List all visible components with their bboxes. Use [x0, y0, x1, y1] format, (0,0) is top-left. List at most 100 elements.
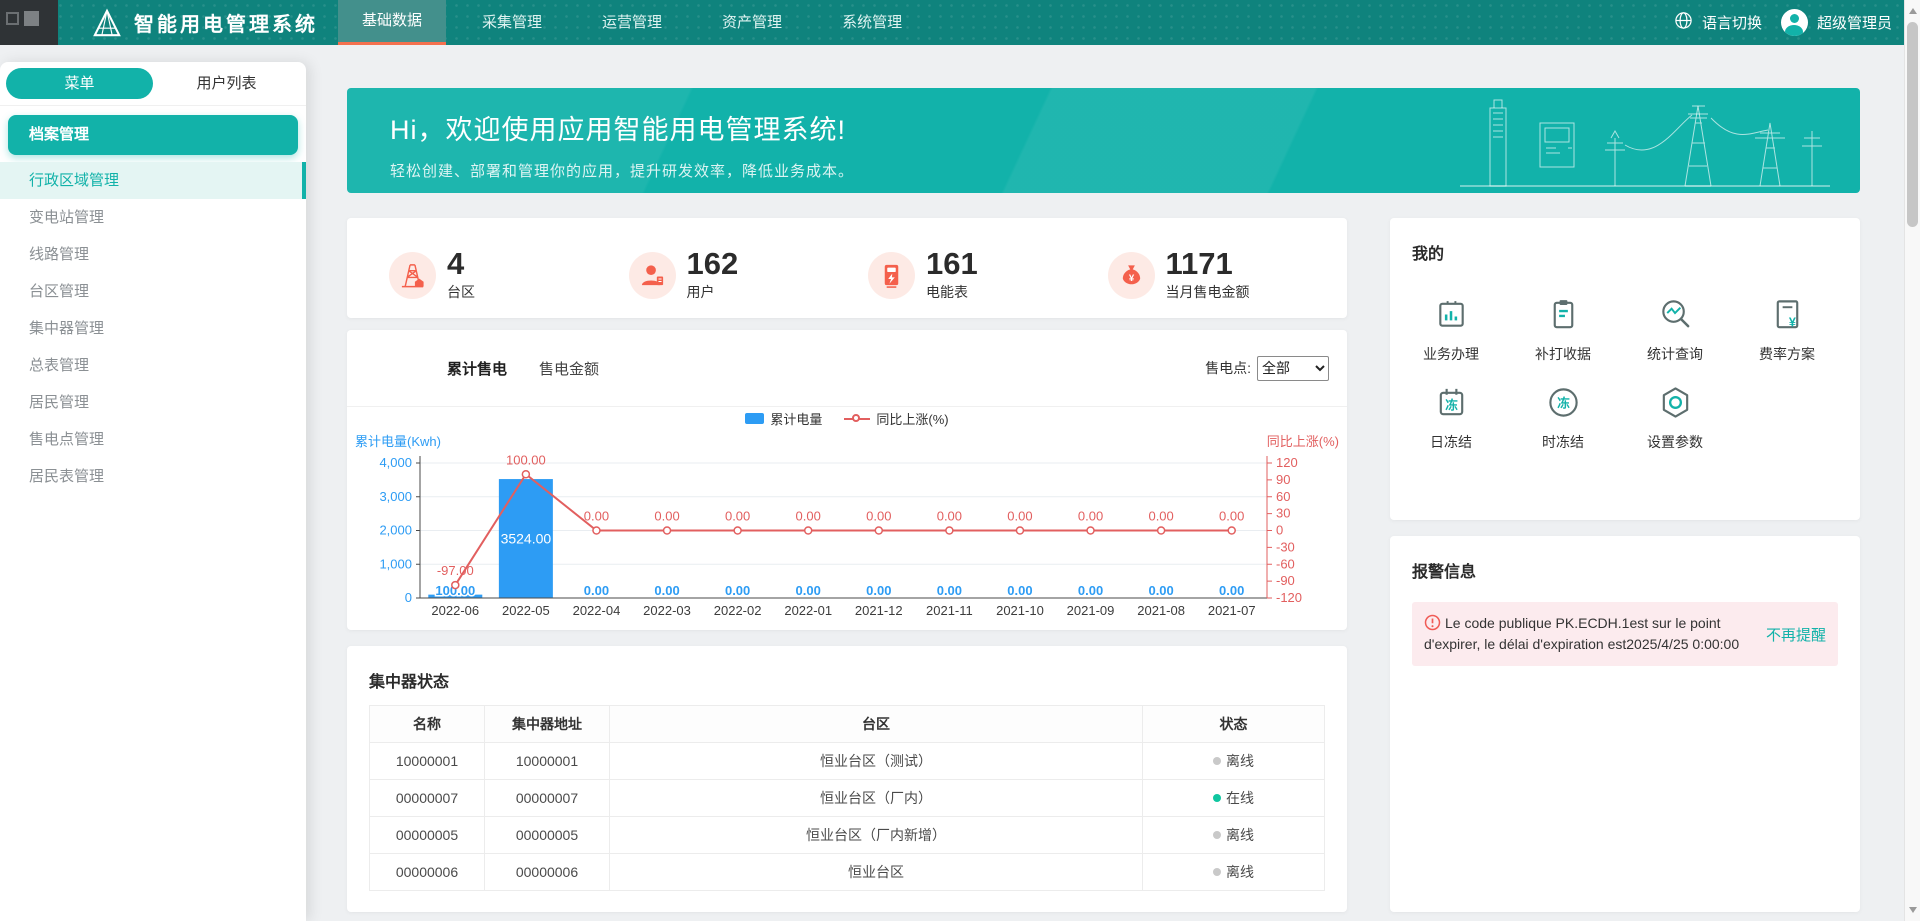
concentrator-table: 名称集中器地址台区状态 1000000110000001恒业台区（测试）离线00…	[369, 705, 1325, 891]
shortcut-补打收据[interactable]: 补打收据	[1507, 286, 1619, 374]
scroll-down-arrow-icon[interactable]	[1909, 907, 1917, 913]
svg-text:0: 0	[405, 590, 412, 605]
stat-电能表: 161电能表	[868, 249, 1108, 302]
svg-text:0.00: 0.00	[1148, 509, 1173, 524]
svg-text:0.00: 0.00	[1219, 509, 1244, 524]
cell-name: 10000001	[370, 743, 485, 780]
nav-tab-资产管理[interactable]: 资产管理	[698, 0, 806, 45]
svg-text:0.00: 0.00	[796, 509, 821, 524]
sidebar-tab-menu[interactable]: 菜单	[6, 68, 153, 99]
svg-text:2,000: 2,000	[379, 523, 412, 538]
svg-text:¥: ¥	[1788, 315, 1795, 329]
shortcut-日冻结[interactable]: 冻日冻结	[1395, 374, 1507, 462]
svg-text:2021-11: 2021-11	[926, 603, 973, 618]
chart-legend: 累计电量 同比上涨(%)	[347, 407, 1347, 430]
tower-icon	[389, 252, 436, 299]
main-nav: 基础数据采集管理运营管理资产管理系统管理	[332, 0, 932, 45]
svg-text:累计电量(Kwh): 累计电量(Kwh)	[355, 434, 441, 449]
svg-text:0.00: 0.00	[725, 509, 750, 524]
money-icon: ¥	[1108, 252, 1155, 299]
stat-台区: 4台区	[389, 249, 629, 302]
sidebar-section-archive[interactable]: 档案管理	[8, 115, 298, 155]
svg-text:2021-12: 2021-12	[855, 603, 903, 618]
globe-icon[interactable]	[1674, 11, 1693, 34]
svg-text:2022-01: 2022-01	[784, 603, 832, 618]
sidebar-tabs: 菜单 用户列表	[0, 62, 306, 106]
status-text: 离线	[1226, 827, 1254, 843]
tab-cumulative-sales[interactable]: 累计售电	[447, 358, 507, 379]
business-chart-icon	[1434, 297, 1469, 337]
shortcut-label: 费率方案	[1759, 344, 1815, 364]
sidebar-item-行政区域管理[interactable]: 行政区域管理	[0, 162, 306, 199]
status-dot-icon	[1213, 868, 1221, 876]
status-dot-icon	[1213, 831, 1221, 839]
nav-tab-运营管理[interactable]: 运营管理	[578, 0, 686, 45]
svg-text:0.00: 0.00	[937, 509, 962, 524]
sidebar-item-总表管理[interactable]: 总表管理	[0, 347, 306, 384]
shortcut-业务办理[interactable]: 业务办理	[1395, 286, 1507, 374]
shortcut-统计查询[interactable]: 统计查询	[1619, 286, 1731, 374]
svg-text:30: 30	[1276, 506, 1290, 521]
cell-station: 恒业台区（厂内新增）	[610, 817, 1143, 854]
svg-text:0.00: 0.00	[654, 509, 679, 524]
alert-circle-icon	[1424, 614, 1441, 631]
status-dot-icon	[1213, 794, 1221, 802]
cell-address: 00000007	[485, 780, 610, 817]
svg-text:2022-03: 2022-03	[643, 603, 691, 618]
sales-point-select[interactable]: 全部	[1257, 356, 1329, 381]
stat-label: 当月售电金额	[1166, 282, 1250, 302]
sidebar-item-变电站管理[interactable]: 变电站管理	[0, 199, 306, 236]
sidebar-item-集中器管理[interactable]: 集中器管理	[0, 310, 306, 347]
table-row: 0000000700000007恒业台区（厂内）在线	[370, 780, 1325, 817]
svg-text:3524.00: 3524.00	[501, 531, 552, 547]
current-user-name[interactable]: 超级管理员	[1817, 12, 1892, 33]
sales-chart: 01,0002,0003,0004,0001209060300-30-60-90…	[347, 430, 1347, 629]
table-header-row: 名称集中器地址台区状态	[370, 706, 1325, 743]
concentrator-title: 集中器状态	[347, 646, 1347, 692]
scrollbar-thumb[interactable]	[1907, 22, 1918, 227]
sidebar-item-售电点管理[interactable]: 售电点管理	[0, 421, 306, 458]
settings-icon	[1658, 385, 1693, 425]
column-header-集中器地址: 集中器地址	[485, 706, 610, 743]
cell-station: 恒业台区	[610, 854, 1143, 891]
sidebar-item-居民管理[interactable]: 居民管理	[0, 384, 306, 421]
stats-card: 4台区162用户161电能表¥1171当月售电金额	[347, 218, 1347, 318]
sidebar-tab-user-list[interactable]: 用户列表	[153, 68, 300, 99]
stat-value: 162	[687, 249, 739, 279]
sidebar-item-居民表管理[interactable]: 居民表管理	[0, 458, 306, 495]
svg-text:2021-10: 2021-10	[996, 603, 1044, 618]
nav-tab-基础数据[interactable]: 基础数据	[338, 0, 446, 45]
shortcut-label: 日冻结	[1430, 432, 1472, 452]
cell-station: 恒业台区（厂内）	[610, 780, 1143, 817]
hour-freeze-icon: 冻	[1546, 385, 1581, 425]
alarm-panel-title: 报警信息	[1390, 536, 1860, 582]
shortcut-设置参数[interactable]: 设置参数	[1619, 374, 1731, 462]
svg-text:0.00: 0.00	[1078, 509, 1103, 524]
cell-name: 00000005	[370, 817, 485, 854]
nav-tab-系统管理[interactable]: 系统管理	[818, 0, 926, 45]
scroll-up-arrow-icon[interactable]	[1909, 8, 1917, 14]
sidebar-item-台区管理[interactable]: 台区管理	[0, 273, 306, 310]
language-switch[interactable]: 语言切换	[1702, 12, 1762, 33]
shortcut-费率方案[interactable]: ¥ 费率方案	[1731, 286, 1843, 374]
svg-text:90: 90	[1276, 472, 1290, 487]
svg-text:-120: -120	[1276, 590, 1302, 605]
stat-label: 用户	[687, 282, 739, 302]
svg-text:0.00: 0.00	[1148, 583, 1173, 598]
browser-scrollbar[interactable]	[1904, 0, 1920, 921]
shortcut-时冻结[interactable]: 冻时冻结	[1507, 374, 1619, 462]
stat-label: 电能表	[926, 282, 978, 302]
svg-text:100.00: 100.00	[506, 452, 546, 467]
column-header-状态: 状态	[1143, 706, 1325, 743]
legend-item-同比上涨(%)[interactable]: 同比上涨(%)	[844, 409, 948, 428]
alarm-dismiss-link[interactable]: 不再提醒	[1766, 624, 1826, 645]
nav-tab-采集管理[interactable]: 采集管理	[458, 0, 566, 45]
user-avatar-icon[interactable]	[1781, 9, 1808, 36]
svg-text:2021-07: 2021-07	[1208, 603, 1256, 618]
legend-item-累计电量[interactable]: 累计电量	[745, 409, 822, 428]
sidebar-item-线路管理[interactable]: 线路管理	[0, 236, 306, 273]
sales-chart-card: 累计售电 售电金额 售电点: 全部 累计电量同比上涨(%) 01,0002,00…	[347, 330, 1347, 630]
cell-address: 00000006	[485, 854, 610, 891]
tab-sales-amount[interactable]: 售电金额	[539, 358, 599, 379]
cell-station: 恒业台区（测试）	[610, 743, 1143, 780]
